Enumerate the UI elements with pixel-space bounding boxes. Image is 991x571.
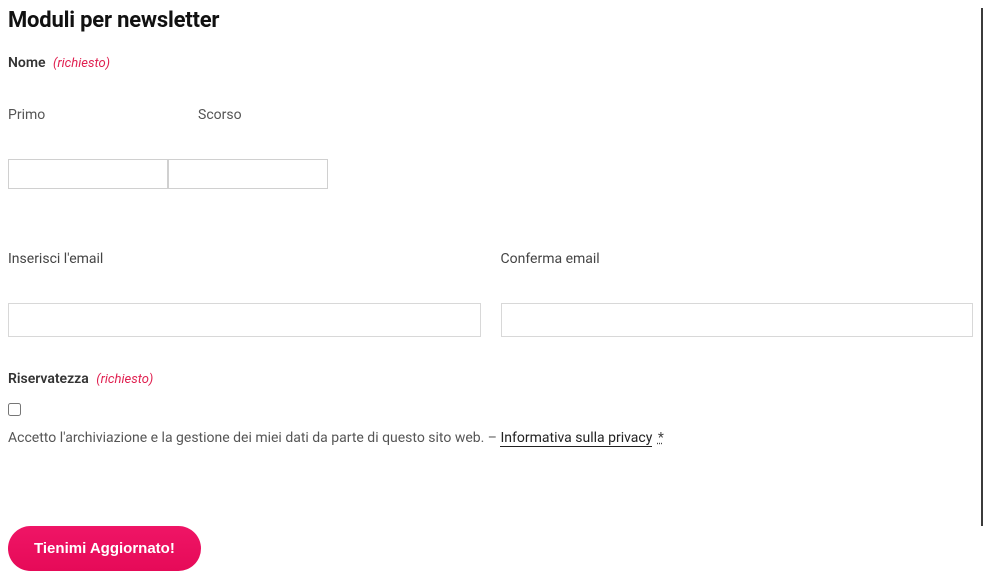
confirm-email-input[interactable]	[501, 303, 974, 337]
privacy-label-text: Riservatezza	[8, 371, 89, 387]
privacy-group-label: Riservatezza (richiesto)	[8, 371, 973, 387]
required-star-icon: *	[658, 430, 664, 446]
enter-email-label: Inserisci l'email	[8, 251, 481, 267]
confirm-email-label: Conferma email	[501, 251, 974, 267]
privacy-consent-text: Accetto l'archiviazione e la gestione de…	[8, 430, 500, 446]
privacy-required-text: (richiesto)	[96, 372, 153, 387]
first-name-label: Primo	[8, 107, 168, 123]
privacy-checkbox[interactable]	[8, 403, 21, 416]
last-name-input[interactable]	[168, 159, 328, 189]
first-name-input[interactable]	[8, 159, 168, 189]
email-group: Inserisci l'email Conferma email	[8, 251, 973, 337]
submit-button[interactable]: Tienimi Aggiornato!	[8, 526, 201, 571]
name-group-label: Nome (richiesto)	[8, 55, 973, 71]
privacy-consent-line: Accetto l'archiviazione e la gestione de…	[8, 430, 973, 446]
page-title: Moduli per newsletter	[8, 8, 973, 33]
name-group: Nome (richiesto) Primo Scorso	[8, 55, 973, 189]
privacy-group: Riservatezza (richiesto) Accetto l'archi…	[8, 371, 973, 446]
name-required-text: (richiesto)	[53, 56, 110, 71]
privacy-policy-link[interactable]: Informativa sulla privacy	[500, 430, 652, 447]
last-name-label: Scorso	[198, 107, 358, 123]
name-label-text: Nome	[8, 55, 46, 71]
enter-email-input[interactable]	[8, 303, 481, 337]
